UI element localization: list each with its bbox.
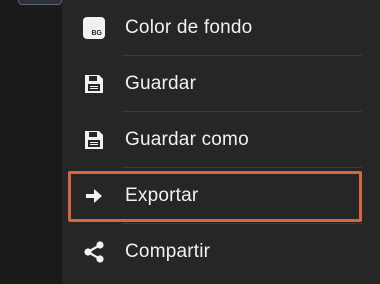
screen: BG Color de fondo Guardar Guardar como E… [0,0,380,284]
menu-item-export[interactable]: Exportar [62,168,364,224]
floppy-disk-icon [82,72,106,96]
context-menu: BG Color de fondo Guardar Guardar como E… [62,0,380,284]
menu-item-share[interactable]: Compartir [62,224,364,280]
menu-item-label: Color de fondo [125,17,253,38]
menu-item-label: Exportar [125,185,199,206]
floppy-disk-icon [82,128,106,152]
background-control[interactable] [18,0,62,5]
menu-item-label: Guardar [125,73,197,94]
arrow-right-icon [82,184,106,208]
menu-item-label: Compartir [125,241,211,262]
share-icon [82,240,106,264]
menu-item-label: Guardar como [125,129,249,150]
menu-item-save[interactable]: Guardar [62,56,364,112]
menu-item-save-as[interactable]: Guardar como [62,112,364,168]
menu-item-background-color[interactable]: BG Color de fondo [62,0,364,56]
background-color-icon: BG [82,16,106,40]
